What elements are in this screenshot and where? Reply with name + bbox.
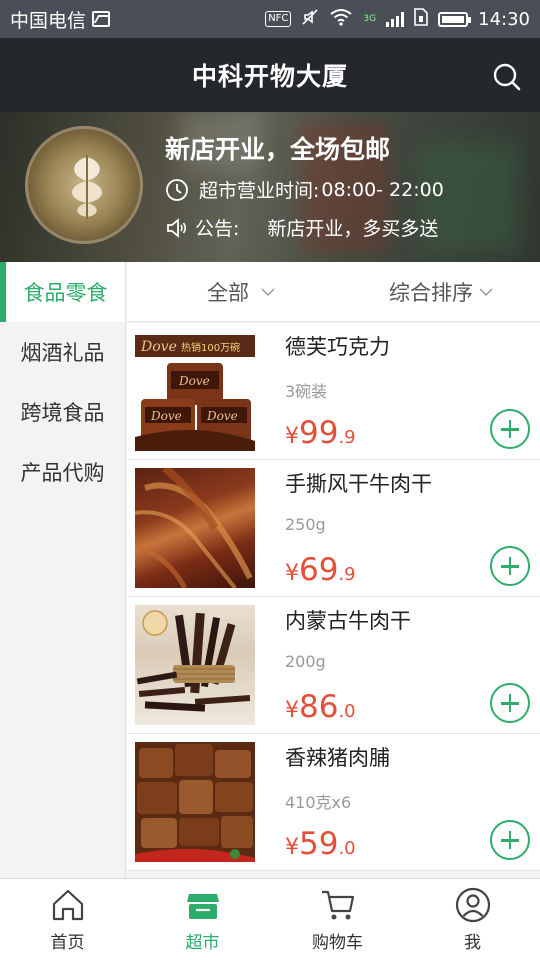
wifi-icon	[329, 8, 353, 31]
filter-all-label: 全部	[207, 280, 249, 305]
home-icon	[52, 889, 83, 921]
add-to-cart-button[interactable]	[490, 820, 530, 860]
carrier-name: 中国电信	[10, 9, 87, 32]
sort-filter-bar: 全部 综合排序	[127, 262, 540, 322]
tab-me-label: 我	[464, 933, 481, 953]
store-slogan: 新店开业，全场包邮	[165, 135, 391, 164]
product-price: ¥99.9	[285, 415, 356, 451]
svg-text:Dove: Dove	[140, 339, 177, 355]
clock: 14:30	[478, 8, 530, 30]
sort-order-dropdown[interactable]: 综合排序	[389, 277, 493, 307]
product-image	[135, 742, 255, 862]
status-icons: NFC 3G 14:30	[265, 7, 530, 31]
tab-me[interactable]: 我	[405, 879, 540, 960]
svg-text:热销100万碗: 热销100万碗	[181, 341, 240, 354]
battery-icon	[438, 11, 472, 27]
filter-all-dropdown[interactable]: 全部	[207, 277, 275, 307]
add-to-cart-button[interactable]	[490, 409, 530, 449]
add-to-cart-button[interactable]	[490, 546, 530, 586]
svg-text:Dove: Dove	[178, 374, 210, 388]
clock-icon	[166, 178, 188, 201]
tab-cart-label: 购物车	[312, 933, 363, 953]
product-card[interactable]: 内蒙古牛肉干 200g ¥86.0	[127, 597, 540, 734]
cart-icon	[321, 890, 354, 920]
category-item-purchasing[interactable]: 产品代购	[0, 442, 125, 502]
product-card[interactable]: Dove 热销100万碗 Dove Dove Dove 德芙巧克力 3碗装 ¥9…	[127, 323, 540, 460]
sort-order-label: 综合排序	[389, 280, 473, 305]
tab-store[interactable]: 超市	[135, 879, 270, 960]
product-name: 内蒙古牛肉干	[285, 609, 411, 633]
product-image: Dove 热销100万碗 Dove Dove Dove	[135, 331, 255, 451]
product-spec: 410克x6	[285, 793, 352, 812]
store-logo	[25, 126, 143, 244]
category-sidebar: 食品零食 烟酒礼品 跨境食品 产品代购	[0, 262, 126, 878]
category-item-crossborder-food[interactable]: 跨境食品	[0, 382, 125, 442]
product-name: 手撕风干牛肉干	[285, 472, 432, 496]
network-type: 3G	[363, 13, 377, 24]
tab-home[interactable]: 首页	[0, 879, 135, 960]
carrier-area: 中国电信	[10, 6, 111, 33]
svg-text:Dove: Dove	[206, 409, 238, 423]
product-spec: 200g	[285, 652, 326, 671]
search-icon[interactable]	[492, 62, 522, 92]
page-title: 中科开物大厦	[191, 62, 348, 91]
product-list: Dove 热销100万碗 Dove Dove Dove 德芙巧克力 3碗装 ¥9…	[127, 323, 540, 871]
category-item-snacks[interactable]: 食品零食	[0, 262, 125, 322]
category-item-tobacco-gifts[interactable]: 烟酒礼品	[0, 322, 125, 382]
tab-home-label: 首页	[50, 933, 85, 953]
product-price: ¥86.0	[285, 689, 356, 725]
status-bar: 中国电信 NFC 3G 14:30	[0, 0, 540, 38]
product-price: ¥69.9	[285, 552, 356, 588]
notice-text: 新店开业，多买多送	[267, 218, 439, 240]
top-navigation-bar: 中科开物大厦	[0, 38, 540, 112]
image-notification-icon	[92, 11, 111, 27]
tab-cart[interactable]: 购物车	[270, 879, 405, 960]
product-card[interactable]: 香辣猪肉脯 410克x6 ¥59.0	[127, 734, 540, 871]
store-hours: 超市营业时间: 08:00- 22:00	[165, 176, 444, 203]
product-name: 香辣猪肉脯	[285, 746, 390, 770]
product-spec: 250g	[285, 515, 326, 534]
store-icon	[186, 894, 219, 919]
product-price: ¥59.0	[285, 826, 356, 862]
store-banner: 新店开业，全场包邮 超市营业时间: 08:00- 22:00 公告: 新店开业，…	[0, 112, 540, 262]
store-notice: 公告: 新店开业，多买多送	[165, 214, 438, 241]
product-image	[135, 605, 255, 725]
product-image	[135, 468, 255, 588]
hours-value: 08:00- 22:00	[321, 178, 444, 201]
mute-icon	[301, 8, 319, 31]
user-icon	[455, 887, 490, 923]
add-to-cart-button[interactable]	[490, 683, 530, 723]
sim-icon	[414, 7, 428, 31]
latte-art-icon	[71, 155, 103, 219]
product-name: 德芙巧克力	[285, 335, 390, 359]
svg-text:Dove: Dove	[150, 409, 182, 423]
tab-store-label: 超市	[185, 933, 220, 953]
product-spec: 3碗装	[285, 382, 328, 401]
speaker-icon	[167, 217, 187, 238]
product-card[interactable]: 手撕风干牛肉干 250g ¥69.9	[127, 460, 540, 597]
bottom-tab-bar: 首页 超市 购物车 我	[0, 878, 540, 960]
nfc-icon: NFC	[265, 11, 292, 27]
chevron-down-icon	[261, 287, 275, 296]
signal-icon	[386, 11, 405, 27]
hours-label: 超市营业时间:	[199, 180, 320, 202]
notice-label: 公告:	[195, 218, 240, 240]
chevron-down-icon	[479, 287, 493, 296]
